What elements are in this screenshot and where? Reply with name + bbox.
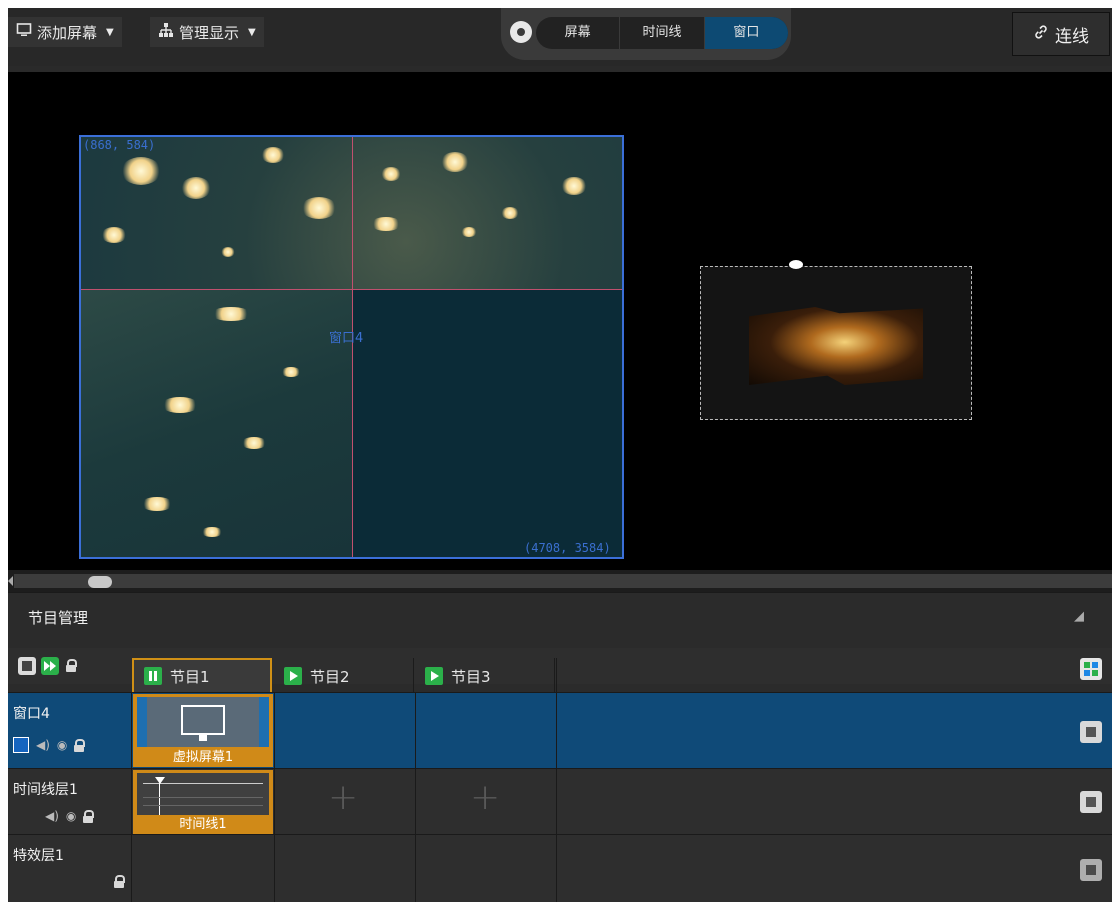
display-canvas[interactable]: (868, 584) (4708, 3584) 窗口4 (8, 72, 1112, 570)
volume-icon[interactable]: ◀) (45, 809, 59, 823)
play-icon (425, 667, 443, 685)
pin-icon[interactable]: ◢ (1074, 609, 1084, 624)
program-header-row: 节目1 节目2 节目3 (8, 648, 1112, 694)
split-line-horizontal (81, 289, 622, 290)
column-divider (556, 769, 557, 835)
clip-label: 时间线1 (179, 817, 227, 832)
locate-icon[interactable] (510, 21, 532, 43)
program-tab-3[interactable]: 节目3 (415, 658, 555, 694)
eye-icon[interactable]: ◉ (57, 738, 67, 752)
layer-name: 时间线层1 (13, 782, 78, 798)
tab-timeline[interactable]: 时间线 (620, 17, 705, 49)
lock-icon[interactable] (83, 810, 95, 823)
layer-label-cell: 时间线层1 ◀) ◉ (8, 769, 132, 835)
layer-stop-button[interactable] (1080, 859, 1102, 881)
app-window: 添加屏幕 ▼ 管理显示 ▼ 屏幕 时间线 窗口 连线 (868, 584) (4… (8, 8, 1112, 902)
program-tab-label: 节目3 (451, 667, 491, 686)
monitor-icon (16, 22, 32, 42)
column-divider (556, 693, 557, 769)
rotate-handle[interactable] (789, 260, 803, 269)
column-divider (556, 835, 557, 902)
bottom-right-coordinate: (4708, 3584) (524, 541, 611, 555)
screen-quadrant-bottom-right (352, 289, 622, 557)
horizontal-scrollbar[interactable] (8, 570, 1112, 592)
toolbar: 添加屏幕 ▼ 管理显示 ▼ 屏幕 时间线 窗口 连线 (8, 8, 1112, 66)
top-left-coordinate: (868, 584) (83, 138, 156, 152)
fast-forward-button[interactable] (41, 657, 59, 675)
link-icon (1033, 24, 1049, 45)
column-divider (415, 835, 416, 902)
window-label: 窗口4 (329, 331, 364, 346)
tab-screen[interactable]: 屏幕 (536, 17, 621, 49)
lock-icon[interactable] (74, 739, 86, 752)
layer-stop-button[interactable] (1080, 721, 1102, 743)
clip-label: 虚拟屏幕1 (172, 750, 234, 765)
scrollbar-track[interactable] (14, 574, 1112, 588)
pause-icon (144, 667, 162, 685)
layer-row-timeline[interactable]: 时间线层1 ◀) ◉ 时间线1 + + (8, 768, 1112, 835)
virtual-screen-window[interactable]: (868, 584) (4708, 3584) 窗口4 (79, 135, 624, 559)
program-grid: 节目1 节目2 节目3 窗口4 ◀) ◉ 虚拟屏幕1 时间线层1 ◀) ◉ 时间… (8, 640, 1112, 902)
program-tab-label: 节目2 (310, 667, 350, 686)
monitor-icon (181, 705, 225, 735)
layer-name: 窗口4 (13, 706, 50, 722)
column-divider (274, 835, 275, 902)
connect-label: 连线 (1055, 26, 1089, 47)
panel-title: 节目管理 (28, 609, 89, 627)
program-panel-header: 节目管理 ◢ (8, 592, 1112, 641)
split-line-vertical (352, 137, 353, 557)
layer-stop-button[interactable] (1080, 791, 1102, 813)
layer-name: 特效层1 (13, 848, 64, 864)
preview-selection-box[interactable] (700, 260, 972, 420)
tab-window[interactable]: 窗口 (704, 17, 788, 49)
layer-label-cell: 窗口4 ◀) ◉ (8, 693, 132, 769)
eye-icon[interactable]: ◉ (66, 809, 76, 823)
manage-display-button[interactable]: 管理显示 ▼ (150, 17, 264, 47)
column-divider (415, 693, 416, 769)
playhead-icon (155, 777, 165, 784)
add-clip-icon[interactable]: + (328, 777, 358, 818)
column-divider (556, 658, 557, 694)
layer-row-effects[interactable]: 特效层1 (8, 834, 1112, 902)
connect-button[interactable]: 连线 (1012, 12, 1110, 56)
screen-quadrant-bottom-left (81, 289, 352, 557)
lock-icon[interactable] (66, 659, 77, 672)
scroll-left-arrow-icon[interactable] (8, 576, 13, 586)
layer-row-window[interactable]: 窗口4 ◀) ◉ 虚拟屏幕1 (8, 692, 1112, 769)
color-swatch[interactable] (13, 737, 29, 753)
manage-display-label: 管理显示 (179, 23, 240, 42)
volume-icon[interactable]: ◀) (36, 738, 50, 752)
lock-icon[interactable] (114, 875, 125, 888)
add-screen-label: 添加屏幕 (37, 23, 98, 42)
chevron-down-icon: ▼ (106, 26, 114, 38)
program-tab-label: 节目1 (170, 667, 210, 686)
program-tab-1[interactable]: 节目1 (132, 658, 272, 694)
chevron-down-icon: ▼ (248, 26, 256, 38)
column-divider (274, 693, 275, 769)
mode-tabs: 屏幕 时间线 窗口 (536, 17, 788, 49)
stop-all-button[interactable] (18, 657, 36, 675)
column-divider (415, 769, 416, 835)
hierarchy-icon (158, 22, 174, 42)
play-icon (284, 667, 302, 685)
clip-virtual-screen[interactable]: 虚拟屏幕1 (133, 694, 273, 767)
clip-timeline[interactable]: 时间线1 (133, 770, 273, 834)
column-divider (274, 769, 275, 835)
add-layer-button[interactable] (1080, 658, 1102, 680)
add-clip-icon[interactable]: + (470, 777, 500, 818)
scrollbar-thumb[interactable] (88, 576, 112, 588)
add-screen-button[interactable]: 添加屏幕 ▼ (8, 17, 122, 47)
preview-image (749, 307, 923, 385)
layer-label-cell: 特效层1 (8, 835, 132, 902)
program-tab-2[interactable]: 节目2 (274, 658, 414, 694)
